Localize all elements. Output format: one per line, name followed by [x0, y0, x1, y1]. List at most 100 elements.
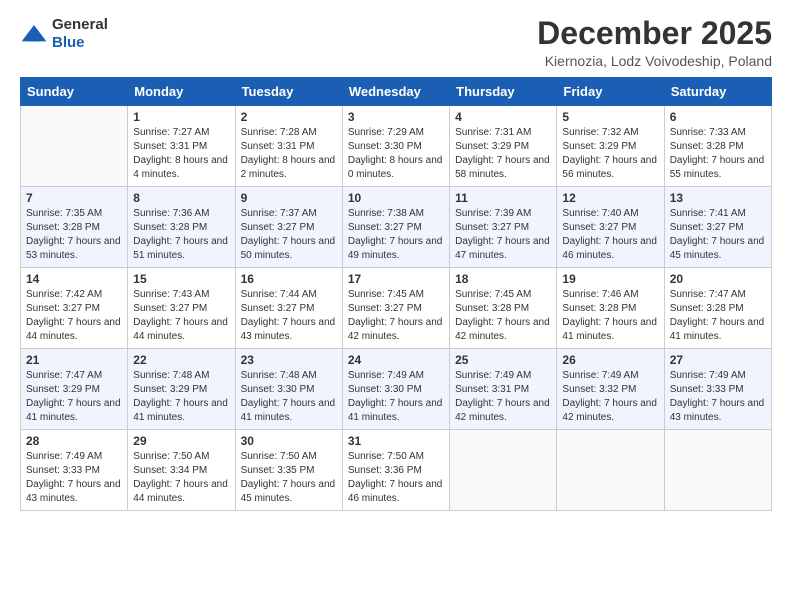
- calendar-week-row: 7 Sunrise: 7:35 AMSunset: 3:28 PMDaylight…: [21, 187, 772, 268]
- calendar-day-cell: [21, 106, 128, 187]
- calendar-day-cell: 3Sunrise: 7:29 AMSunset: 3:30 PMDaylight…: [342, 106, 449, 187]
- day-number: 16: [241, 272, 337, 286]
- calendar-day-cell: [664, 430, 771, 511]
- day-number: 6: [670, 110, 766, 124]
- day-number: 8: [133, 191, 229, 205]
- day-detail: Sunrise: 7:44 AMSunset: 3:27 PMDaylight:…: [241, 288, 337, 344]
- calendar-day-cell: 27 Sunrise: 7:49 AMSunset: 3:33 PMDayligh…: [664, 349, 771, 430]
- day-number: 2: [241, 110, 337, 124]
- day-number: 25: [455, 353, 551, 367]
- day-detail: Sunrise: 7:35 AMSunset: 3:28 PMDaylight:…: [26, 207, 122, 263]
- title-block: December 2025 Kiernozia, Lodz Voivodeshi…: [537, 16, 772, 69]
- calendar-day-cell: 4 Sunrise: 7:31 AMSunset: 3:29 PMDaylight…: [450, 106, 557, 187]
- day-detail: Sunrise: 7:46 AMSunset: 3:28 PMDaylight:…: [562, 288, 658, 344]
- calendar-day-cell: 15Sunrise: 7:43 AMSunset: 3:27 PMDayligh…: [128, 268, 235, 349]
- calendar-day-cell: [450, 430, 557, 511]
- weekday-header: Monday: [128, 78, 235, 106]
- calendar-table: SundayMondayTuesdayWednesdayThursdayFrid…: [20, 77, 772, 511]
- day-detail: Sunrise: 7:49 AMSunset: 3:32 PMDaylight:…: [562, 369, 658, 425]
- page-title: December 2025: [537, 16, 772, 51]
- day-number: 17: [348, 272, 444, 286]
- calendar-day-cell: 14 Sunrise: 7:42 AMSunset: 3:27 PMDayligh…: [21, 268, 128, 349]
- day-number: 24: [348, 353, 444, 367]
- calendar-day-cell: 5 Sunrise: 7:32 AMSunset: 3:29 PMDaylight…: [557, 106, 664, 187]
- day-number: 11: [455, 191, 551, 205]
- day-detail: Sunrise: 7:27 AMSunset: 3:31 PMDaylight:…: [133, 126, 229, 182]
- day-detail: Sunrise: 7:49 AMSunset: 3:33 PMDaylight:…: [670, 369, 766, 425]
- day-number: 21: [26, 353, 122, 367]
- day-number: 14: [26, 272, 122, 286]
- calendar-day-cell: 20 Sunrise: 7:47 AMSunset: 3:28 PMDayligh…: [664, 268, 771, 349]
- day-detail: Sunrise: 7:50 AMSunset: 3:35 PMDaylight:…: [241, 450, 337, 506]
- day-number: 9: [241, 191, 337, 205]
- day-detail: Sunrise: 7:49 AMSunset: 3:33 PMDaylight:…: [26, 450, 122, 506]
- day-number: 20: [670, 272, 766, 286]
- weekday-header: Tuesday: [235, 78, 342, 106]
- calendar-day-cell: 2Sunrise: 7:28 AMSunset: 3:31 PMDaylight…: [235, 106, 342, 187]
- day-number: 22: [133, 353, 229, 367]
- weekday-header: Thursday: [450, 78, 557, 106]
- day-detail: Sunrise: 7:48 AMSunset: 3:30 PMDaylight:…: [241, 369, 337, 425]
- day-detail: Sunrise: 7:38 AMSunset: 3:27 PMDaylight:…: [348, 207, 444, 263]
- day-number: 7: [26, 191, 122, 205]
- day-detail: Sunrise: 7:37 AMSunset: 3:27 PMDaylight:…: [241, 207, 337, 263]
- calendar-day-cell: 29Sunrise: 7:50 AMSunset: 3:34 PMDayligh…: [128, 430, 235, 511]
- calendar-day-cell: 18 Sunrise: 7:45 AMSunset: 3:28 PMDayligh…: [450, 268, 557, 349]
- day-number: 19: [562, 272, 658, 286]
- day-number: 12: [562, 191, 658, 205]
- calendar-day-cell: 7 Sunrise: 7:35 AMSunset: 3:28 PMDaylight…: [21, 187, 128, 268]
- day-detail: Sunrise: 7:40 AMSunset: 3:27 PMDaylight:…: [562, 207, 658, 263]
- calendar-day-cell: 10Sunrise: 7:38 AMSunset: 3:27 PMDayligh…: [342, 187, 449, 268]
- day-detail: Sunrise: 7:33 AMSunset: 3:28 PMDaylight:…: [670, 126, 766, 182]
- day-detail: Sunrise: 7:47 AMSunset: 3:29 PMDaylight:…: [26, 369, 122, 425]
- calendar-day-cell: 11Sunrise: 7:39 AMSunset: 3:27 PMDayligh…: [450, 187, 557, 268]
- calendar-day-cell: 31 Sunrise: 7:50 AMSunset: 3:36 PMDayligh…: [342, 430, 449, 511]
- calendar-day-cell: 8 Sunrise: 7:36 AMSunset: 3:28 PMDaylight…: [128, 187, 235, 268]
- day-number: 5: [562, 110, 658, 124]
- day-detail: Sunrise: 7:45 AMSunset: 3:27 PMDaylight:…: [348, 288, 444, 344]
- day-detail: Sunrise: 7:48 AMSunset: 3:29 PMDaylight:…: [133, 369, 229, 425]
- day-detail: Sunrise: 7:45 AMSunset: 3:28 PMDaylight:…: [455, 288, 551, 344]
- weekday-header: Sunday: [21, 78, 128, 106]
- day-number: 4: [455, 110, 551, 124]
- calendar-week-row: 14 Sunrise: 7:42 AMSunset: 3:27 PMDayligh…: [21, 268, 772, 349]
- calendar-day-cell: 6 Sunrise: 7:33 AMSunset: 3:28 PMDaylight…: [664, 106, 771, 187]
- day-number: 28: [26, 434, 122, 448]
- weekday-header: Saturday: [664, 78, 771, 106]
- calendar-day-cell: 19 Sunrise: 7:46 AMSunset: 3:28 PMDayligh…: [557, 268, 664, 349]
- day-detail: Sunrise: 7:47 AMSunset: 3:28 PMDaylight:…: [670, 288, 766, 344]
- calendar-day-cell: 16 Sunrise: 7:44 AMSunset: 3:27 PMDayligh…: [235, 268, 342, 349]
- day-detail: Sunrise: 7:29 AMSunset: 3:30 PMDaylight:…: [348, 126, 444, 182]
- day-number: 30: [241, 434, 337, 448]
- day-detail: Sunrise: 7:49 AMSunset: 3:30 PMDaylight:…: [348, 369, 444, 425]
- logo-text: General Blue: [52, 16, 108, 52]
- day-number: 15: [133, 272, 229, 286]
- day-number: 31: [348, 434, 444, 448]
- day-number: 23: [241, 353, 337, 367]
- day-detail: Sunrise: 7:49 AMSunset: 3:31 PMDaylight:…: [455, 369, 551, 425]
- logo: General Blue: [20, 16, 108, 52]
- calendar-day-cell: 28 Sunrise: 7:49 AMSunset: 3:33 PMDayligh…: [21, 430, 128, 511]
- calendar-week-row: 21 Sunrise: 7:47 AMSunset: 3:29 PMDayligh…: [21, 349, 772, 430]
- page-subtitle: Kiernozia, Lodz Voivodeship, Poland: [537, 53, 772, 69]
- day-number: 18: [455, 272, 551, 286]
- calendar-day-cell: 24 Sunrise: 7:49 AMSunset: 3:30 PMDayligh…: [342, 349, 449, 430]
- page-header: General Blue December 2025 Kiernozia, Lo…: [20, 16, 772, 69]
- day-number: 27: [670, 353, 766, 367]
- calendar-week-row: 1Sunrise: 7:27 AMSunset: 3:31 PMDaylight…: [21, 106, 772, 187]
- calendar-day-cell: 25 Sunrise: 7:49 AMSunset: 3:31 PMDayligh…: [450, 349, 557, 430]
- day-detail: Sunrise: 7:42 AMSunset: 3:27 PMDaylight:…: [26, 288, 122, 344]
- day-number: 26: [562, 353, 658, 367]
- day-number: 13: [670, 191, 766, 205]
- calendar-day-cell: [557, 430, 664, 511]
- day-detail: Sunrise: 7:31 AMSunset: 3:29 PMDaylight:…: [455, 126, 551, 182]
- calendar-day-cell: 12 Sunrise: 7:40 AMSunset: 3:27 PMDayligh…: [557, 187, 664, 268]
- calendar-day-cell: 1Sunrise: 7:27 AMSunset: 3:31 PMDaylight…: [128, 106, 235, 187]
- day-detail: Sunrise: 7:36 AMSunset: 3:28 PMDaylight:…: [133, 207, 229, 263]
- day-detail: Sunrise: 7:41 AMSunset: 3:27 PMDaylight:…: [670, 207, 766, 263]
- logo-blue: Blue: [52, 34, 85, 51]
- weekday-header: Wednesday: [342, 78, 449, 106]
- logo-icon: [20, 23, 48, 45]
- day-detail: Sunrise: 7:50 AMSunset: 3:36 PMDaylight:…: [348, 450, 444, 506]
- day-detail: Sunrise: 7:32 AMSunset: 3:29 PMDaylight:…: [562, 126, 658, 182]
